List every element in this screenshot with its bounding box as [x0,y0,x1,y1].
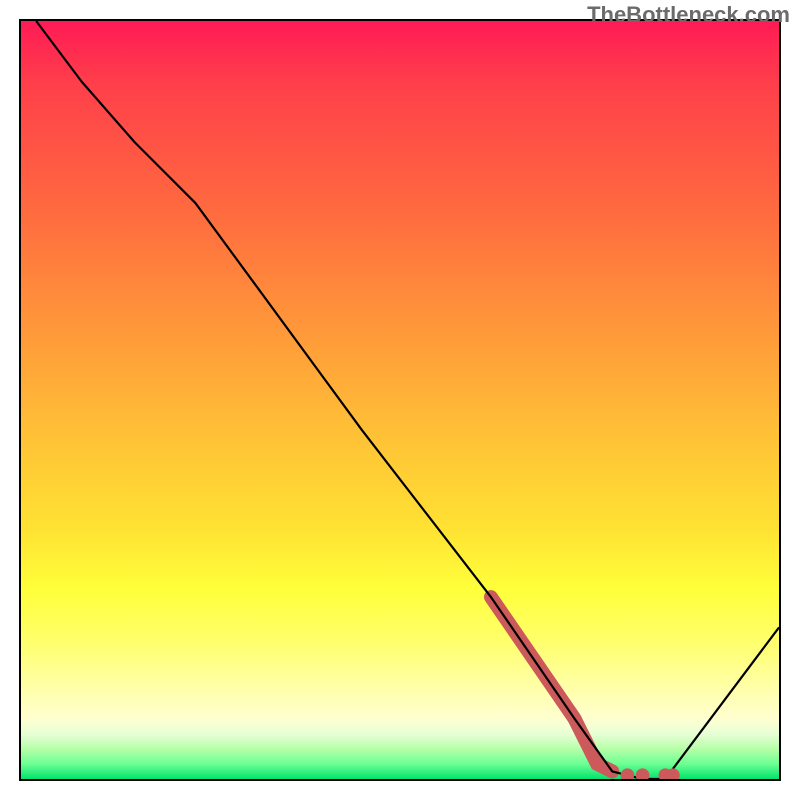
bottleneck-curve [36,21,779,779]
optimal-marker-dot [636,768,650,779]
attribution-label: TheBottleneck.com [587,2,790,28]
chart-canvas: TheBottleneck.com [0,0,800,800]
plot-area [21,21,779,779]
optimal-marker-dot [621,768,635,779]
chart-overlay [21,21,779,779]
optimal-marker-dots [621,768,680,779]
